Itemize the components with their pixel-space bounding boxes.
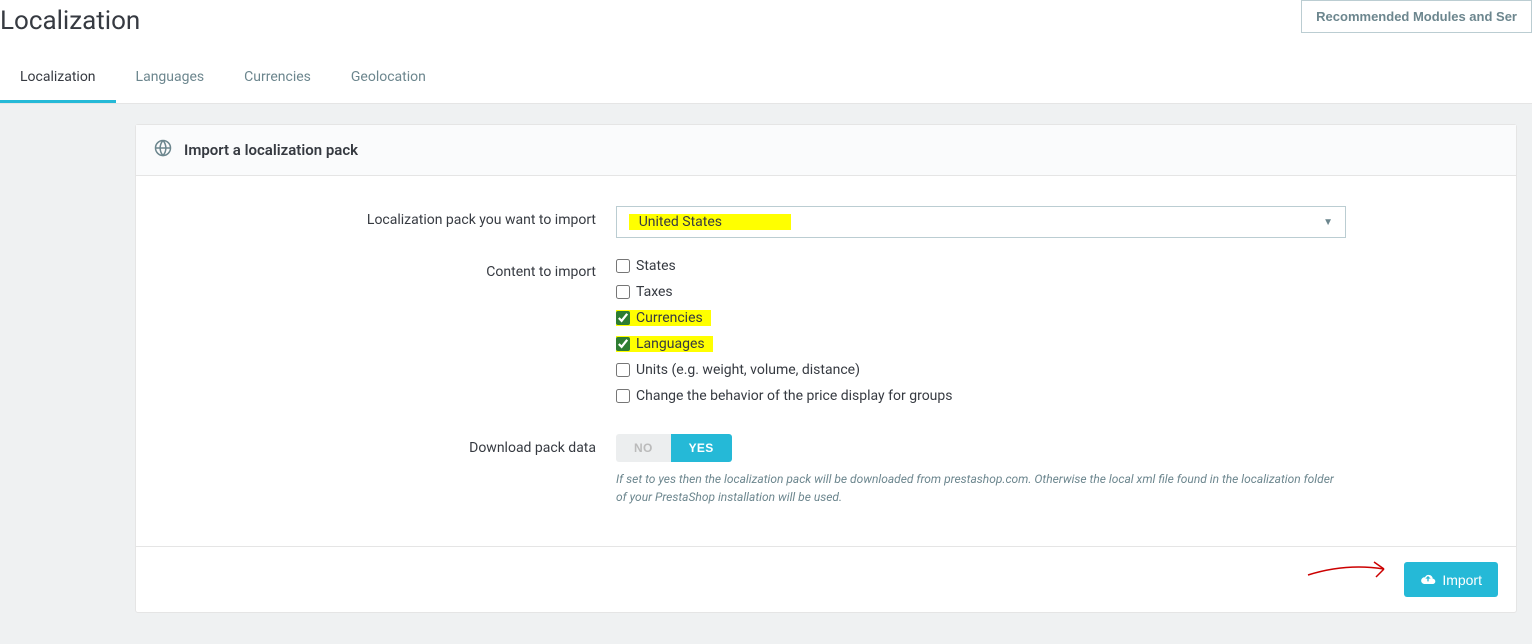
panel-title: Import a localization pack <box>184 141 358 159</box>
checkbox-taxes-input[interactable] <box>616 285 630 299</box>
checkbox-units-label: Units (e.g. weight, volume, distance) <box>636 362 860 378</box>
content-checkbox-list: States Taxes Currencies <box>616 258 1346 404</box>
label-content: Content to import <box>156 258 616 404</box>
checkbox-units-input[interactable] <box>616 363 630 377</box>
page-title: Localization <box>0 6 140 36</box>
content-area: Import a localization pack Localization … <box>0 104 1532 623</box>
panel-footer: Import <box>136 546 1516 612</box>
checkbox-taxes-label: Taxes <box>636 284 673 300</box>
pack-select-value: United States <box>639 214 722 230</box>
download-help-text: If set to yes then the localization pack… <box>616 470 1346 506</box>
tab-bar: Localization Languages Currencies Geoloc… <box>0 54 1532 104</box>
page-header: Localization Recommended Modules and Ser <box>0 0 1532 54</box>
checkbox-price-behavior[interactable]: Change the behavior of the price display… <box>616 388 1346 404</box>
tab-languages[interactable]: Languages <box>116 54 225 103</box>
tab-currencies[interactable]: Currencies <box>224 54 331 103</box>
toggle-no-button[interactable]: NO <box>616 434 671 462</box>
annotation-highlight: Languages <box>616 336 713 352</box>
checkbox-languages-input[interactable] <box>616 337 630 351</box>
import-button-label: Import <box>1442 572 1482 588</box>
import-button[interactable]: Import <box>1404 562 1498 597</box>
checkbox-languages-label: Languages <box>636 336 705 352</box>
row-download: Download pack data NO YES If set to yes … <box>156 434 1496 506</box>
toggle-yes-button[interactable]: YES <box>671 434 732 462</box>
annotation-highlight: United States <box>629 214 791 230</box>
checkbox-currencies-input[interactable] <box>616 311 630 325</box>
recommended-modules-button[interactable]: Recommended Modules and Ser <box>1301 0 1532 33</box>
tab-localization[interactable]: Localization <box>0 54 116 103</box>
annotation-arrow <box>1306 555 1396 585</box>
panel-body: Localization pack you want to import Uni… <box>136 176 1516 546</box>
row-pack: Localization pack you want to import Uni… <box>156 206 1496 238</box>
checkbox-price-behavior-label: Change the behavior of the price display… <box>636 388 952 404</box>
checkbox-states[interactable]: States <box>616 258 1346 274</box>
checkbox-states-label: States <box>636 258 676 274</box>
cloud-upload-icon <box>1420 571 1436 588</box>
checkbox-taxes[interactable]: Taxes <box>616 284 1346 300</box>
label-download: Download pack data <box>156 434 616 506</box>
tab-geolocation[interactable]: Geolocation <box>331 54 446 103</box>
checkbox-currencies-label: Currencies <box>636 310 703 326</box>
annotation-highlight: Currencies <box>616 310 711 326</box>
checkbox-price-behavior-input[interactable] <box>616 389 630 403</box>
checkbox-states-input[interactable] <box>616 259 630 273</box>
checkbox-currencies-row: Currencies <box>616 310 1346 326</box>
panel-header: Import a localization pack <box>136 125 1516 176</box>
globe-icon <box>154 139 172 161</box>
label-pack: Localization pack you want to import <box>156 206 616 238</box>
checkbox-units[interactable]: Units (e.g. weight, volume, distance) <box>616 362 1346 378</box>
import-panel: Import a localization pack Localization … <box>135 124 1517 613</box>
row-content: Content to import States Taxes <box>156 258 1496 404</box>
checkbox-languages-row: Languages <box>616 336 1346 352</box>
chevron-down-icon: ▼ <box>1323 217 1333 228</box>
download-toggle[interactable]: NO YES <box>616 434 732 462</box>
pack-select[interactable]: United States ▼ <box>616 206 1346 238</box>
